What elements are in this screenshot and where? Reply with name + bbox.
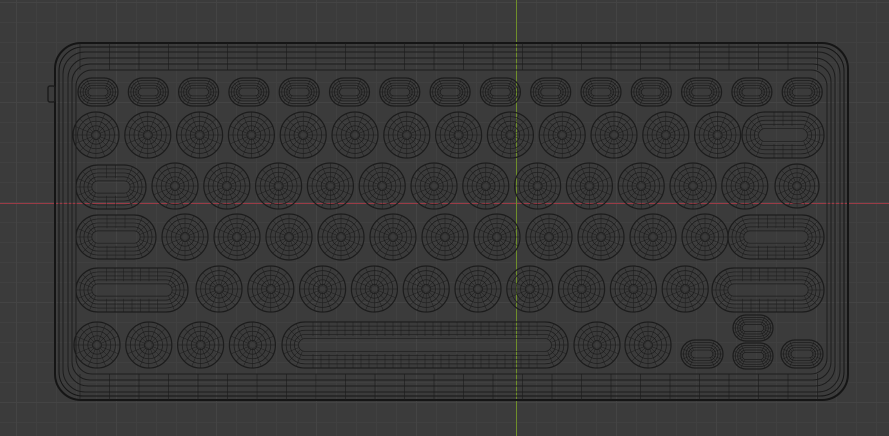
tab-key bbox=[75, 164, 147, 210]
right-shift-key bbox=[711, 267, 825, 313]
function-key bbox=[580, 77, 622, 107]
round-key bbox=[402, 265, 450, 313]
round-key bbox=[565, 162, 614, 210]
round-key bbox=[350, 265, 398, 313]
round-key bbox=[617, 162, 665, 210]
round-key bbox=[177, 321, 225, 369]
function-key bbox=[178, 77, 220, 107]
function-key bbox=[379, 77, 421, 107]
function-key bbox=[630, 77, 672, 107]
function-key bbox=[328, 77, 371, 107]
round-key bbox=[681, 213, 729, 261]
round-key bbox=[609, 265, 658, 313]
round-key bbox=[486, 111, 534, 159]
round-key bbox=[410, 162, 458, 210]
function-key bbox=[77, 77, 119, 107]
function-key bbox=[731, 77, 773, 107]
left-shift-key bbox=[75, 267, 189, 313]
function-key bbox=[530, 77, 572, 107]
function-key bbox=[127, 77, 169, 107]
round-key bbox=[693, 111, 742, 159]
round-key bbox=[195, 265, 243, 313]
spacebar-key bbox=[281, 321, 569, 369]
round-key bbox=[669, 162, 717, 210]
function-key bbox=[781, 77, 823, 107]
round-key bbox=[435, 111, 483, 159]
round-key bbox=[124, 111, 172, 159]
function-key bbox=[479, 77, 521, 107]
round-key bbox=[642, 111, 690, 159]
function-key bbox=[278, 77, 320, 107]
round-key bbox=[383, 111, 431, 159]
round-key bbox=[227, 111, 275, 159]
round-key bbox=[317, 213, 365, 261]
round-key bbox=[213, 213, 261, 261]
round-key bbox=[247, 265, 295, 313]
round-key bbox=[265, 213, 313, 261]
round-key bbox=[774, 163, 820, 209]
round-key bbox=[203, 162, 251, 210]
round-key bbox=[590, 111, 638, 159]
body-outline bbox=[71, 63, 832, 381]
arrow-left-key bbox=[680, 339, 724, 369]
round-key bbox=[661, 265, 709, 313]
arrow-right-key bbox=[780, 339, 824, 369]
side-port bbox=[47, 85, 56, 103]
round-key bbox=[299, 265, 347, 313]
round-key bbox=[73, 321, 121, 369]
round-key bbox=[577, 213, 625, 261]
round-key bbox=[331, 111, 379, 159]
round-key bbox=[573, 321, 621, 369]
body-outline bbox=[75, 69, 828, 375]
round-key bbox=[279, 111, 327, 159]
round-key bbox=[462, 162, 510, 210]
3d-viewport[interactable] bbox=[0, 0, 889, 436]
function-key bbox=[228, 77, 270, 107]
round-key bbox=[629, 213, 677, 261]
round-key bbox=[255, 162, 303, 210]
round-key bbox=[538, 111, 586, 159]
round-key bbox=[473, 213, 521, 261]
round-key bbox=[525, 213, 573, 261]
round-key bbox=[624, 321, 672, 369]
body-outline bbox=[62, 51, 841, 393]
round-key bbox=[72, 111, 120, 159]
enter-key bbox=[727, 214, 825, 260]
round-key bbox=[228, 321, 276, 369]
round-key bbox=[306, 162, 354, 210]
round-key bbox=[369, 213, 417, 261]
backspace-key bbox=[741, 111, 825, 159]
function-key bbox=[429, 77, 471, 107]
round-key bbox=[557, 265, 606, 313]
round-key bbox=[421, 213, 469, 261]
keyboard-wireframe-mesh[interactable] bbox=[0, 0, 889, 436]
round-key bbox=[151, 162, 199, 210]
round-key bbox=[176, 111, 224, 159]
round-key bbox=[125, 321, 173, 369]
round-key bbox=[721, 162, 769, 210]
round-key bbox=[506, 265, 554, 313]
keyboard-keys bbox=[72, 77, 825, 370]
round-key bbox=[161, 213, 209, 261]
round-key bbox=[513, 162, 562, 210]
round-key bbox=[358, 162, 406, 210]
round-key bbox=[454, 265, 502, 313]
function-key bbox=[680, 77, 723, 107]
caps-key bbox=[75, 214, 157, 260]
arrow-up-key bbox=[732, 314, 774, 342]
arrow-down-key bbox=[732, 342, 774, 370]
